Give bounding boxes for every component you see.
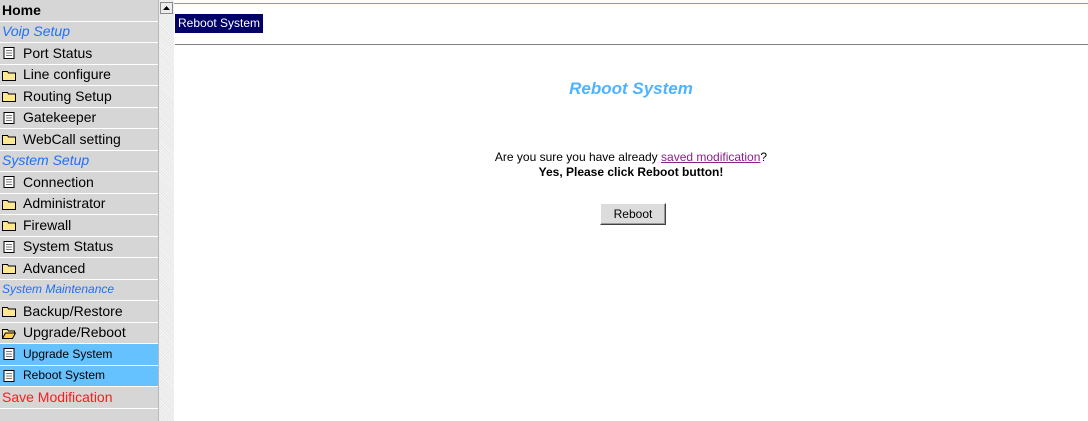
sidebar-item-label: Port Status: [23, 44, 93, 61]
saved-modification-link[interactable]: saved modification: [661, 150, 760, 164]
page-heading: Reboot System: [569, 79, 693, 98]
header-divider: [175, 44, 1088, 45]
page-icon: [3, 348, 15, 361]
sidebar-item-port-status[interactable]: Port Status: [0, 43, 158, 65]
open-folder-icon: [2, 328, 16, 339]
confirm-question: Are you sure you have already saved modi…: [174, 150, 1088, 164]
sidebar-scrollbar[interactable]: [158, 0, 174, 421]
sidebar-section-voip[interactable]: Voip Setup: [0, 22, 158, 43]
sidebar-save-modification[interactable]: Save Modification: [0, 387, 158, 409]
sidebar-item-upgrade-reboot[interactable]: Upgrade/Reboot: [0, 323, 158, 344]
reboot-instruction: Yes, Please click Reboot button!: [538, 165, 724, 179]
page-icon: [3, 176, 15, 189]
reboot-button[interactable]: Reboot: [600, 203, 666, 225]
folder-icon: [2, 221, 16, 232]
sidebar-item-routing-setup[interactable]: Routing Setup: [0, 86, 158, 108]
sidebar-item-label: Upgrade/Reboot: [23, 324, 126, 341]
sidebar-item-label: System Status: [23, 238, 114, 255]
sidebar-item-label: Line configure: [23, 66, 111, 83]
page-icon: [3, 240, 15, 253]
sidebar-item-line-configure[interactable]: Line configure: [0, 65, 158, 86]
sidebar-home[interactable]: Home: [0, 0, 158, 22]
sidebar-item-administrator[interactable]: Administrator: [0, 194, 158, 215]
sidebar-item-connection[interactable]: Connection: [0, 172, 158, 194]
page-icon: [3, 369, 15, 382]
page-icon: [3, 47, 15, 60]
sidebar-item-advanced[interactable]: Advanced: [0, 258, 158, 280]
folder-icon: [2, 264, 16, 275]
sidebar-section-system-setup[interactable]: System Setup: [0, 151, 158, 172]
folder-icon: [2, 70, 16, 81]
sidebar-item-label: Reboot System: [23, 368, 106, 383]
sidebar-item-label: Backup/Restore: [23, 302, 123, 319]
sidebar-item-webcall-setting[interactable]: WebCall setting: [0, 129, 158, 151]
scroll-up-button[interactable]: [160, 2, 173, 14]
sidebar-item-backup-restore[interactable]: Backup/Restore: [0, 301, 158, 323]
folder-icon: [2, 92, 16, 103]
sidebar-item-gatekeeper[interactable]: Gatekeeper: [0, 108, 158, 129]
folder-icon: [2, 199, 16, 210]
sidebar-item-label: Gatekeeper: [23, 109, 97, 126]
page-icon: [3, 111, 15, 124]
arrow-up-icon: [163, 6, 170, 10]
sidebar-item-label: Firewall: [23, 216, 72, 233]
sidebar-item-label: Advanced: [23, 259, 86, 276]
question-text: Are you sure you have already: [494, 150, 662, 164]
sidebar-item-label: Connection: [23, 173, 94, 190]
top-border-line: [174, 3, 1088, 4]
sidebar-item-firewall[interactable]: Firewall: [0, 215, 158, 237]
sidebar-menu: Home Voip Setup Port Status Line configu…: [0, 0, 158, 421]
sidebar-section-system-maintenance[interactable]: System Maintenance: [0, 280, 158, 301]
sidebar-item-label: Administrator: [23, 195, 106, 212]
sidebar-item-system-status[interactable]: System Status: [0, 237, 158, 258]
page-title-tab: Reboot System: [175, 14, 264, 33]
folder-icon: [2, 307, 16, 318]
sidebar-item-label: Routing Setup: [23, 87, 112, 104]
sidebar-item-reboot-system[interactable]: Reboot System: [0, 365, 158, 387]
sidebar-item-upgrade-system[interactable]: Upgrade System: [0, 344, 158, 366]
sidebar-item-label: Upgrade System: [23, 346, 113, 361]
question-mark: ?: [760, 150, 768, 164]
sidebar-item-label: WebCall setting: [23, 130, 121, 147]
folder-icon: [2, 135, 16, 146]
